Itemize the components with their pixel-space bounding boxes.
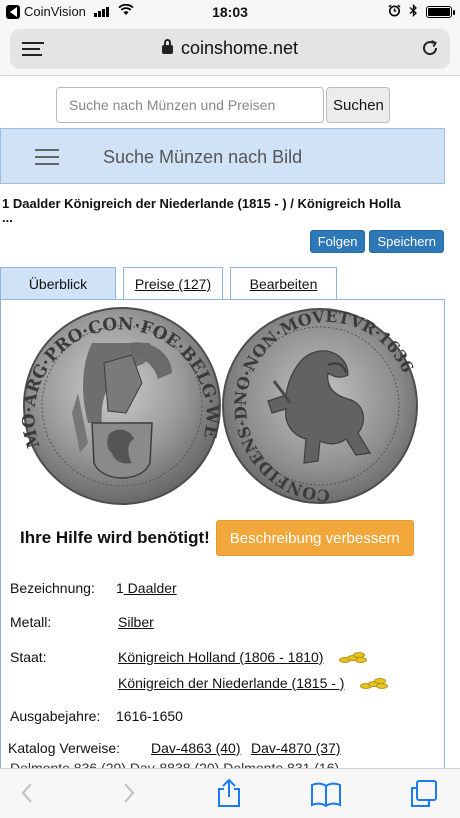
search-input[interactable] — [56, 87, 324, 123]
forward-icon[interactable] — [122, 781, 136, 810]
denomination-prefix: 1 — [116, 580, 124, 596]
follow-button[interactable]: Folgen — [309, 230, 366, 253]
coins-icon — [337, 652, 369, 664]
state-value-2: Königreich der Niederlande (1815 - ) — [118, 675, 390, 691]
tab-prices[interactable]: Preise (127) — [123, 267, 223, 300]
state-link-netherlands[interactable]: Königreich der Niederlande (1815 - ) — [118, 675, 344, 691]
tab-edit[interactable]: Bearbeiten — [230, 267, 337, 300]
help-text: Ihre Hilfe wird benötigt! — [20, 528, 210, 547]
browser-url-bar: coinshome.net — [0, 24, 460, 76]
improve-description-button[interactable]: Beschreibung verbessern — [215, 520, 414, 556]
image-search-banner[interactable]: Suche Münzen nach Bild — [0, 128, 445, 184]
state-link-holland[interactable]: Königreich Holland (1806 - 1810) — [118, 649, 323, 665]
denomination-value: 1 Daalder — [116, 580, 177, 596]
metal-link[interactable]: Silber — [118, 614, 154, 630]
coin-obverse: MO·ARG·PRO·CON·FOE·BELG·WEST — [16, 288, 222, 505]
browser-toolbar — [0, 768, 460, 818]
catalog-label: Katalog Verweise: — [8, 740, 121, 756]
alarm-icon — [388, 4, 401, 20]
hamburger-menu-icon[interactable] — [35, 149, 59, 165]
coin-reverse: CONFIDENS·DNO·NON·MOVETVR·1636 — [222, 307, 418, 505]
tabs-icon[interactable] — [408, 779, 438, 814]
coin-image[interactable]: MO·ARG·PRO·CON·FOE·BELG·WEST CONFIDENS·D… — [16, 288, 420, 510]
lock-icon — [161, 39, 173, 54]
address-domain[interactable]: coinshome.net — [10, 38, 450, 59]
tab-prices-label: Preise (127) — [134, 276, 212, 292]
coin-title-ellipsis: ... — [2, 210, 13, 225]
search-row: Suche n — [56, 87, 390, 123]
years-value: 1616-1650 — [116, 708, 183, 724]
bluetooth-icon — [409, 3, 418, 20]
catalog-link-dav4863[interactable]: Dav-4863 (40) — [151, 740, 241, 756]
domain-text: coinshome.net — [180, 38, 299, 58]
address-field[interactable]: coinshome.net — [10, 29, 450, 69]
search-button[interactable]: Suchen — [326, 87, 390, 123]
metal-label: Metall: — [10, 614, 52, 630]
battery-icon — [426, 6, 455, 18]
share-icon[interactable] — [216, 778, 242, 813]
save-button[interactable]: Speichern — [369, 230, 444, 253]
reload-icon[interactable] — [420, 38, 440, 62]
coins-icon — [358, 678, 390, 690]
bookmarks-icon[interactable] — [310, 781, 342, 812]
denomination-link[interactable]: Daalder — [124, 580, 177, 596]
image-search-label[interactable]: Suche Münzen nach Bild — [103, 147, 302, 168]
catalog-link-dav4870[interactable]: Dav-4870 (37) — [251, 740, 341, 756]
coin-tabs: Überblick Preise (127) Bearbeiten — [0, 267, 445, 300]
status-bar: CoinVision 18:03 — [0, 0, 460, 24]
back-icon[interactable] — [20, 781, 34, 810]
state-label: Staat: — [10, 649, 47, 665]
state-value-1: Königreich Holland (1806 - 1810) — [118, 649, 369, 665]
coin-actions: Folgen Speichern — [309, 230, 444, 253]
denomination-label: Bezeichnung: — [10, 580, 95, 596]
coin-title: 1 Daalder Königreich der Niederlande (18… — [2, 196, 401, 211]
years-label: Ausgabejahre: — [10, 708, 101, 724]
tab-overview[interactable]: Überblick — [0, 267, 116, 300]
status-right — [388, 3, 455, 20]
help-row: Ihre Hilfe wird benötigt! Beschreibung v… — [20, 520, 414, 556]
tab-edit-label: Bearbeiten — [249, 276, 318, 292]
